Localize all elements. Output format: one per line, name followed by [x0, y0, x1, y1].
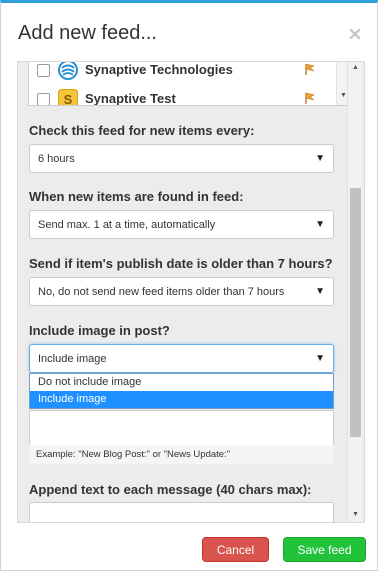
profile-name: Synaptive Test [85, 91, 176, 106]
prepend-example-help: Example: "New Blog Post:" or "News Updat… [29, 445, 334, 464]
profile-name: Synaptive Technologies [85, 62, 233, 77]
include-image-label: Include image in post? [29, 323, 170, 338]
flag-icon[interactable] [303, 92, 316, 105]
scroll-down-arrow-icon[interactable]: ▼ [340, 92, 347, 99]
scroll-up-arrow-icon[interactable]: ▲ [352, 64, 359, 71]
modal-title: Add new feed... [18, 22, 157, 44]
select-value: Send max. 1 at a time, automatically [38, 219, 216, 231]
add-feed-modal: Add new feed... Synaptive Technologies S… [0, 0, 378, 571]
append-text-label: Append text to each message (40 chars ma… [29, 482, 312, 497]
scrollbar-thumb[interactable] [350, 188, 361, 437]
panel-scrollbar[interactable]: ▲ ▼ [347, 62, 363, 522]
chevron-down-icon: ▼ [315, 353, 325, 364]
chevron-down-icon: ▼ [315, 153, 325, 164]
publish-date-select[interactable]: No, do not send new feed items older tha… [29, 277, 334, 306]
scroll-down-arrow-icon[interactable]: ▼ [352, 511, 359, 518]
synaptive-logo-icon [58, 62, 78, 80]
profile-row[interactable]: S Synaptive Test [29, 89, 329, 106]
publish-date-label: Send if item's publish date is older tha… [29, 256, 333, 271]
s-badge-icon: S [58, 89, 78, 106]
new-items-label: When new items are found in feed: [29, 189, 244, 204]
cancel-button[interactable]: Cancel [202, 537, 269, 562]
chevron-down-icon: ▼ [315, 286, 325, 297]
include-image-dropdown[interactable]: Do not include image Include image [29, 373, 334, 409]
feed-settings-panel[interactable]: Synaptive Technologies S Synaptive Test [17, 61, 365, 523]
new-items-select[interactable]: Send max. 1 at a time, automatically ▼ [29, 210, 334, 239]
dropdown-option[interactable]: Do not include image [30, 374, 333, 391]
include-image-select[interactable]: Include image ▼ [29, 344, 334, 373]
append-text-input[interactable] [29, 502, 334, 522]
select-value: Include image [38, 353, 107, 365]
close-icon[interactable] [349, 28, 361, 40]
profile-checkbox[interactable] [37, 64, 50, 77]
prepend-text-input[interactable] [29, 410, 334, 446]
profile-row[interactable]: Synaptive Technologies [29, 62, 329, 82]
flag-icon[interactable] [303, 63, 316, 76]
svg-text:S: S [64, 92, 73, 106]
save-feed-button[interactable]: Save feed [283, 537, 366, 562]
select-value: 6 hours [38, 153, 75, 165]
profile-list[interactable]: Synaptive Technologies S Synaptive Test [28, 62, 352, 106]
check-frequency-select[interactable]: 6 hours ▼ [29, 144, 334, 173]
select-value: No, do not send new feed items older tha… [38, 286, 285, 298]
check-frequency-label: Check this feed for new items every: [29, 123, 255, 138]
dropdown-option-selected[interactable]: Include image [30, 391, 333, 408]
profile-checkbox[interactable] [37, 93, 50, 105]
chevron-down-icon: ▼ [315, 219, 325, 230]
